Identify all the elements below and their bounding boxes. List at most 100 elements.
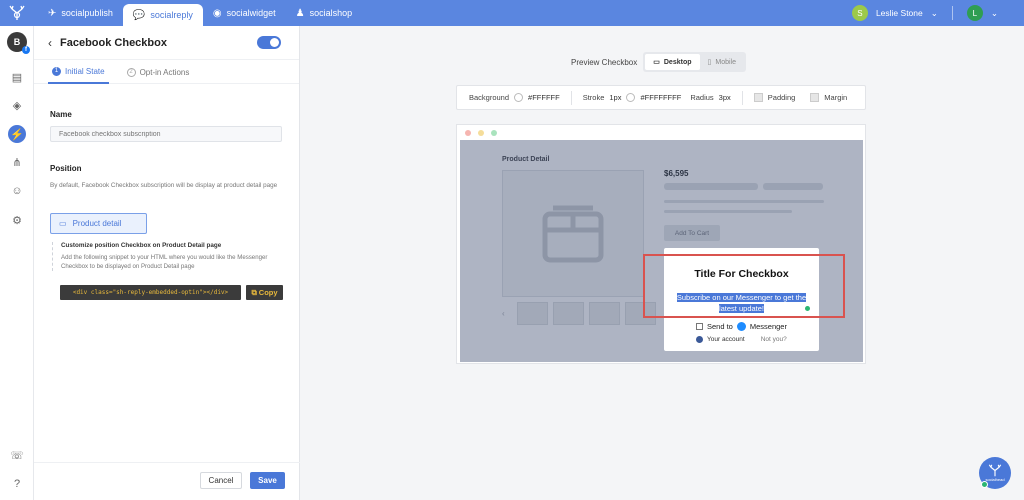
app-tab-socialreply[interactable]: 💬 socialreply — [122, 4, 203, 26]
box-icon — [542, 205, 604, 262]
cancel-button[interactable]: Cancel — [200, 472, 242, 489]
copy-button[interactable]: ⧉ Copy — [246, 285, 283, 300]
facebook-badge-icon: f — [22, 46, 30, 54]
radius-label: Radius — [690, 93, 714, 102]
thumbnail[interactable] — [553, 302, 584, 325]
step-number: 2 — [126, 67, 136, 77]
phone-icon: ▯ — [707, 59, 712, 66]
monitor-icon: ▭ — [653, 59, 660, 66]
customize-description: Add the following snippet to your HTML w… — [61, 254, 268, 270]
user-area: S Leslie Stone ⌄ L ⌄ — [851, 0, 998, 26]
minimize-dot-icon — [478, 130, 484, 136]
app-tab-label: socialwidget — [226, 8, 276, 18]
position-description: By default, Facebook Checkbox subscripti… — [50, 182, 278, 189]
app-tab-socialshop[interactable]: ♟ socialshop — [286, 0, 363, 26]
padding-checkbox[interactable] — [753, 93, 763, 102]
account-avatar-icon — [696, 336, 703, 343]
hierarchy-icon[interactable]: ⋔ — [9, 154, 25, 170]
customize-position-box: Customize position Checkbox on Product D… — [52, 242, 284, 271]
embed-snippet[interactable]: <div class="sh-reply-embedded-optin"></d… — [60, 285, 241, 300]
page-avatar[interactable]: B f — [7, 32, 30, 54]
send-to-label: Send to — [707, 322, 733, 331]
preview-toolbar: Preview Checkbox ▭ Desktop ▯ Mobile — [571, 52, 746, 72]
step-tabs: 1 Initial State 2 Opt-in Actions — [34, 60, 299, 84]
tab-opt-in-actions[interactable]: 2 Opt-in Actions — [123, 60, 194, 84]
thumbnail[interactable] — [589, 302, 620, 325]
stroke-color-swatch[interactable] — [626, 93, 636, 102]
support-icon[interactable]: ☏ — [9, 447, 25, 463]
chevron-down-icon[interactable]: ⌄ — [931, 8, 938, 19]
product-detail-label: Product detail — [72, 219, 122, 228]
copy-icon: ⧉ — [251, 287, 257, 297]
chevron-down-icon[interactable]: ⌄ — [991, 8, 998, 19]
page-avatar-initial: B — [13, 37, 21, 47]
preview-browser-window: Product Detail ‹ $6,595 Add To Cart Titl… — [456, 124, 866, 364]
app-switcher: ✈ socialpublish 💬 socialreply ◉ socialwi… — [38, 0, 362, 26]
product-image-placeholder — [502, 170, 644, 297]
mobile-mode-button[interactable]: ▯ Mobile — [700, 54, 744, 70]
mode-label: Mobile — [715, 58, 736, 66]
shopify-store-icon[interactable]: S — [851, 5, 868, 21]
gear-icon[interactable]: ⚙ — [9, 212, 25, 228]
highlight-annotation-box — [643, 254, 845, 318]
left-rail: B f ▤ ◈ ⚡ ⋔ ☺ ⚙ ☏ ? — [0, 26, 34, 500]
not-you-link[interactable]: Not you? — [761, 336, 787, 343]
app-tab-socialpublish[interactable]: ✈ socialpublish — [38, 0, 123, 26]
panel-footer: Cancel Save — [34, 462, 300, 500]
paper-plane-icon: ✈ — [48, 7, 57, 19]
margin-label: Margin — [824, 93, 848, 102]
radius-value[interactable]: 3px — [719, 93, 731, 102]
desktop-mode-button[interactable]: ▭ Desktop — [645, 54, 700, 70]
save-button[interactable]: Save — [250, 472, 285, 489]
position-label: Position — [50, 164, 82, 173]
your-account-label: Your account — [707, 336, 745, 343]
chevron-left-icon[interactable]: ‹ — [502, 309, 512, 318]
background-value[interactable]: #FFFFFF — [528, 93, 560, 102]
margin-checkbox[interactable] — [810, 93, 820, 102]
layers-icon[interactable]: ◈ — [9, 97, 25, 113]
thumbnail-strip: ‹ — [502, 302, 656, 325]
tab-initial-state[interactable]: 1 Initial State — [48, 60, 109, 84]
maximize-dot-icon — [491, 130, 497, 136]
name-label: Name — [50, 110, 72, 119]
style-toolbar: Background #FFFFFF Stroke 1px #FFFFFFFF … — [456, 85, 866, 110]
stroke-width-value[interactable]: 1px — [609, 93, 621, 102]
product-price: $6,595 — [664, 169, 689, 178]
panel-title: Facebook Checkbox — [60, 36, 167, 49]
tab-label: Opt-in Actions — [139, 67, 190, 77]
product-detail-button[interactable]: ▭ Product detail — [50, 213, 147, 234]
thumbnail[interactable] — [517, 302, 548, 325]
deer-antler-icon — [988, 464, 1002, 477]
padding-label: Padding — [767, 93, 796, 102]
text-placeholder — [664, 200, 824, 203]
help-icon[interactable]: ? — [9, 476, 25, 492]
customize-title: Customize position Checkbox on Product D… — [61, 242, 222, 249]
name-input[interactable] — [50, 126, 282, 142]
messenger-label: Messenger — [749, 322, 787, 331]
socialhead-logo[interactable] — [0, 0, 34, 26]
app-tab-label: socialpublish — [61, 8, 113, 18]
divider — [951, 6, 953, 20]
messenger-icon — [736, 322, 746, 331]
socialhead-chat-launcher[interactable]: socialhead — [979, 457, 1011, 489]
back-arrow-icon[interactable]: ‹ — [48, 36, 52, 50]
send-to-checkbox[interactable] — [696, 323, 703, 330]
app-tab-label: socialshop — [309, 8, 353, 18]
lightning-icon[interactable]: ⚡ — [8, 125, 26, 143]
window-controls — [465, 130, 497, 136]
inbox-icon[interactable]: ▤ — [9, 69, 25, 85]
launcher-brand-text: socialhead — [985, 477, 1005, 482]
top-bar: ✈ socialpublish 💬 socialreply ◉ socialwi… — [0, 0, 1024, 26]
background-color-swatch[interactable] — [514, 93, 524, 102]
background-label: Background — [469, 93, 510, 102]
stroke-value[interactable]: #FFFFFFFF — [640, 93, 681, 102]
copy-label: Copy — [258, 288, 278, 297]
add-to-cart-button[interactable]: Add To Cart — [664, 225, 720, 241]
toggle-knob — [270, 38, 279, 47]
mode-label: Desktop — [663, 58, 692, 66]
user-icon[interactable]: ☺ — [9, 183, 25, 199]
user-name[interactable]: Leslie Stone — [876, 8, 923, 18]
enable-toggle[interactable] — [257, 36, 281, 49]
app-tab-socialwidget[interactable]: ◉ socialwidget — [203, 0, 286, 26]
user-avatar[interactable]: L — [966, 5, 983, 21]
